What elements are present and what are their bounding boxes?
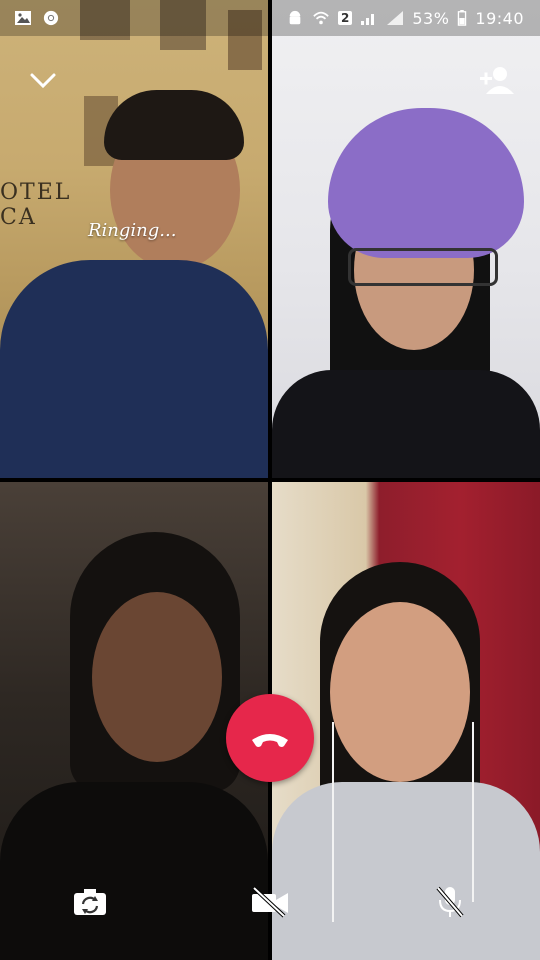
participant-sweater xyxy=(272,782,540,960)
participant-video-4[interactable] xyxy=(272,482,540,960)
android-icon xyxy=(289,10,301,25)
wifi-icon xyxy=(313,11,329,25)
call-status-text: Ringing... xyxy=(88,220,177,241)
video-toggle-button[interactable] xyxy=(250,884,290,920)
status-bar: 2 53% 19:40 xyxy=(0,0,540,36)
battery-percent: 53% xyxy=(412,8,450,28)
participant-beanie xyxy=(328,108,524,258)
participant-clothes xyxy=(0,782,268,960)
end-call-button[interactable] xyxy=(226,694,314,782)
no-signal-icon xyxy=(387,11,404,25)
phone-hangup-icon xyxy=(252,734,288,747)
notification-badge: 2 xyxy=(337,11,353,25)
video-off-icon xyxy=(252,886,288,918)
add-participant-button[interactable] xyxy=(478,64,516,96)
signal-icon xyxy=(361,14,375,25)
hotel-sign: OTEL CA xyxy=(0,180,72,230)
mic-off-icon xyxy=(436,886,464,918)
participant-shirt xyxy=(0,260,268,478)
participant-hair xyxy=(104,90,244,160)
earphone-wire xyxy=(472,722,474,902)
collapse-button[interactable] xyxy=(28,66,58,96)
participant-video-3[interactable] xyxy=(0,482,268,960)
earphone-wire xyxy=(332,722,334,922)
chrome-icon xyxy=(43,10,59,26)
tile-divider-horizontal xyxy=(0,478,540,482)
participant-glasses xyxy=(348,248,498,286)
participant-face xyxy=(330,602,470,782)
participant-face xyxy=(92,592,222,762)
gallery-icon xyxy=(15,11,31,25)
participant-jacket xyxy=(272,370,540,478)
clock: 19:40 xyxy=(475,8,524,28)
battery-icon xyxy=(458,10,467,26)
camera-switch-icon xyxy=(74,889,106,915)
switch-camera-button[interactable] xyxy=(70,884,110,920)
add-person-icon xyxy=(480,67,514,94)
chevron-down-icon xyxy=(30,73,56,89)
mute-button[interactable] xyxy=(430,884,470,920)
